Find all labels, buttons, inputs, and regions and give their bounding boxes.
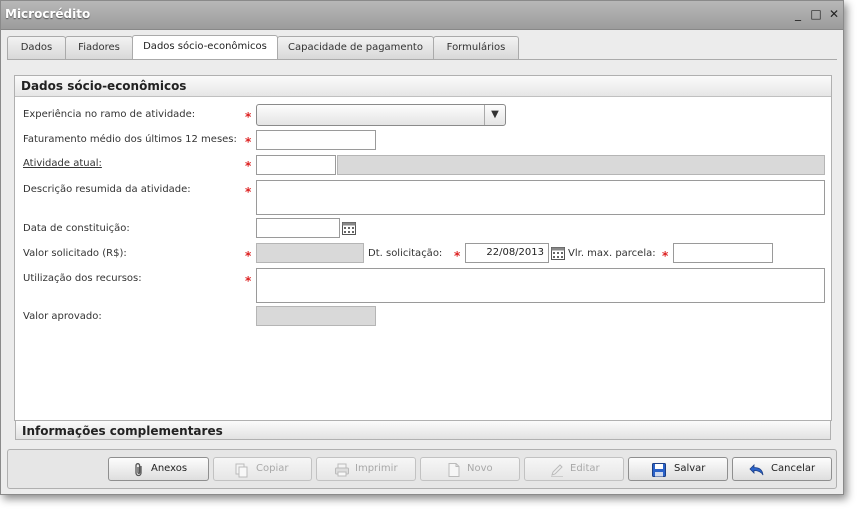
vlr-max-parcela-label: Vlr. max. parcela: [568,248,656,259]
close-button[interactable]: ✕ [827,6,841,22]
undo-arrow-icon [749,464,764,476]
dados-socio-economicos-panel: Dados sócio-econômicos Experiência no ra… [14,75,832,421]
novo-button[interactable]: Novo [420,457,520,481]
required-marker: * [245,249,252,263]
required-marker: * [245,274,252,288]
experiencia-label: Experiência no ramo de atividade: [23,109,196,120]
imprimir-button[interactable]: Imprimir [316,457,416,481]
microcredito-window: Microcrédito _ □ ✕ Dados Fiadores Dados … [0,0,844,495]
chevron-down-icon[interactable]: ▼ [484,105,505,125]
required-marker: * [245,135,252,149]
editar-label: Editar [570,463,600,474]
window-title: Microcrédito [5,7,91,21]
valor-solicitado-label: Valor solicitado (R$): [23,248,127,259]
novo-label: Novo [467,463,493,474]
calendar-icon[interactable] [551,246,565,260]
tab-fiadores[interactable]: Fiadores [65,36,133,59]
faturamento-input[interactable] [256,130,376,150]
required-marker: * [662,249,669,263]
data-constituicao-label: Data de constituição: [23,223,130,234]
dt-solicitacao-label: Dt. solicitação: [368,248,443,259]
data-constituicao-input[interactable] [256,218,340,238]
faturamento-label: Faturamento médio dos últimos 12 meses: [23,134,237,145]
imprimir-label: Imprimir [355,463,398,474]
required-marker: * [245,110,252,124]
printer-icon [335,463,349,477]
atividade-description-field [337,155,825,175]
valor-aprovado-label: Valor aprovado: [23,311,102,322]
floppy-disk-icon [652,463,666,477]
vlr-max-parcela-input[interactable] [673,243,773,263]
tab-divider [7,59,837,60]
new-document-icon [448,463,460,477]
maximize-button[interactable]: □ [809,6,823,22]
required-marker: * [454,249,461,263]
tab-formularios[interactable]: Formulários [433,36,519,59]
descricao-textarea[interactable] [256,180,825,215]
salvar-label: Salvar [674,463,706,474]
pencil-icon [551,464,563,477]
utilizacao-textarea[interactable] [256,268,825,303]
dt-solicitacao-input[interactable]: 22/08/2013 [465,243,549,263]
valor-solicitado-field [256,243,364,263]
panel-title: Dados sócio-econômicos [15,76,831,97]
title-bar[interactable]: Microcrédito _ □ ✕ [1,1,843,30]
copiar-label: Copiar [256,463,289,474]
cancelar-button[interactable]: Cancelar [732,457,832,481]
required-marker: * [245,185,252,199]
utilizacao-label: Utilização dos recursos: [23,273,142,284]
required-marker: * [245,159,252,173]
tab-dados-socio-economicos[interactable]: Dados sócio-econômicos [132,35,278,60]
informacoes-complementares-header[interactable]: Informações complementares [15,420,831,440]
paperclip-icon [135,463,142,477]
cancelar-label: Cancelar [771,463,816,474]
calendar-icon[interactable] [342,221,356,235]
salvar-button[interactable]: Salvar [628,457,728,481]
anexos-button[interactable]: Anexos [108,457,209,481]
tab-dados[interactable]: Dados [7,36,66,59]
copy-icon [235,463,248,478]
descricao-label: Descrição resumida da atividade: [23,184,191,195]
experiencia-select[interactable]: ▼ [256,104,506,126]
copiar-button[interactable]: Copiar [213,457,312,481]
tab-capacidade-pagamento[interactable]: Capacidade de pagamento [277,36,434,59]
valor-aprovado-field [256,306,376,326]
atividade-code-input[interactable] [256,155,336,175]
minimize-button[interactable]: _ [791,6,805,22]
editar-button[interactable]: Editar [524,457,624,481]
anexos-label: Anexos [151,463,188,474]
atividade-atual-link[interactable]: Atividade atual: [23,158,102,169]
